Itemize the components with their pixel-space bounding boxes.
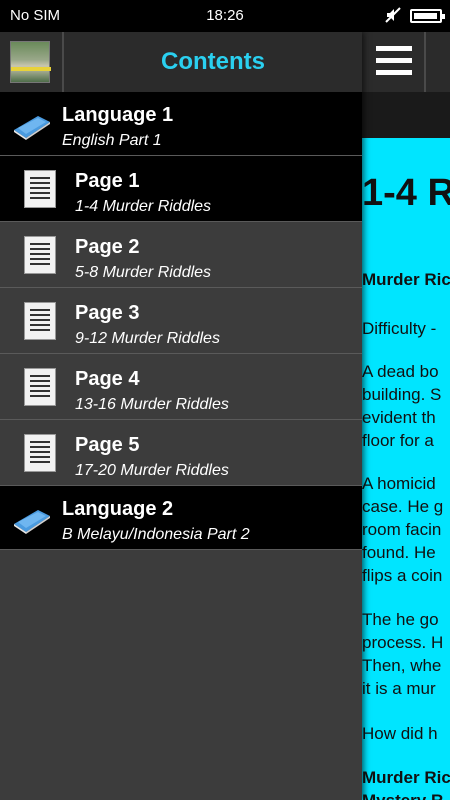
drawer-group-row[interactable]: Language 1 English Part 1 xyxy=(0,92,362,156)
app-thumbnail-icon xyxy=(10,41,51,83)
menu-icon[interactable] xyxy=(376,45,412,77)
article-paragraph: A dead bo building. S evident th floor f… xyxy=(362,362,442,450)
drawer-page-item[interactable]: Page 5 17-20 Murder Riddles xyxy=(0,420,362,486)
row-title: Language 2 xyxy=(62,498,174,520)
row-title: Page 1 xyxy=(75,170,140,192)
document-icon xyxy=(24,434,56,472)
row-title: Page 4 xyxy=(75,368,140,390)
article-paragraph: Murder Ric xyxy=(362,270,450,289)
row-subtitle: 13-16 Murder Riddles xyxy=(75,396,229,413)
article-paragraph: The he go process. H Then, whe it is a m… xyxy=(362,610,444,698)
row-title: Page 5 xyxy=(75,434,140,456)
content-panel: 1-4 R Murder Ric Difficulty - A dead bo … xyxy=(362,32,450,800)
book-icon xyxy=(14,116,50,140)
drawer-title: Contents xyxy=(161,48,265,75)
row-subtitle: 1-4 Murder Riddles xyxy=(75,198,212,215)
drawer-page-item[interactable]: Page 3 9-12 Murder Riddles xyxy=(0,288,362,354)
document-icon xyxy=(24,170,56,208)
drawer-page-item[interactable]: Page 1 1-4 Murder Riddles xyxy=(0,156,362,222)
battery-icon xyxy=(410,9,445,23)
clock: 18:26 xyxy=(206,7,244,24)
row-subtitle: 9-12 Murder Riddles xyxy=(75,330,220,347)
document-icon xyxy=(24,236,56,274)
navigation-drawer: Contents Language 1 English Part 1 Page 1 1… xyxy=(0,32,362,800)
row-subtitle: 17-20 Murder Riddles xyxy=(75,462,229,479)
content-toolbar xyxy=(362,32,450,92)
drawer-group-row[interactable]: Language 2 B Melayu/Indonesia Part 2 xyxy=(0,486,362,550)
document-icon xyxy=(24,302,56,340)
drawer-page-item[interactable]: Page 2 5-8 Murder Riddles xyxy=(0,222,362,288)
book-icon xyxy=(14,510,50,534)
article-page: 1-4 R Murder Ric Difficulty - A dead bo … xyxy=(362,138,450,800)
row-title: Page 3 xyxy=(75,302,140,324)
article-paragraph: How did h xyxy=(362,724,438,743)
content-subbar xyxy=(362,92,450,138)
article-paragraph: A homicid case. He g room facin found. H… xyxy=(362,474,444,585)
document-icon xyxy=(24,368,56,406)
drawer-header: Contents xyxy=(0,32,362,92)
article-paragraph: Difficulty - xyxy=(362,319,437,338)
row-subtitle: English Part 1 xyxy=(62,132,162,149)
row-subtitle: B Melayu/Indonesia Part 2 xyxy=(62,526,250,543)
drawer-page-item[interactable]: Page 4 13-16 Murder Riddles xyxy=(0,354,362,420)
row-title: Page 2 xyxy=(75,236,140,258)
row-subtitle: 5-8 Murder Riddles xyxy=(75,264,212,281)
mute-icon xyxy=(385,7,401,23)
status-bar: No SIM 18:26 xyxy=(0,0,450,32)
article-heading: 1-4 R xyxy=(362,172,450,214)
article-paragraph: Murder Ric Mystery R xyxy=(362,768,450,800)
row-title: Language 1 xyxy=(62,104,174,126)
